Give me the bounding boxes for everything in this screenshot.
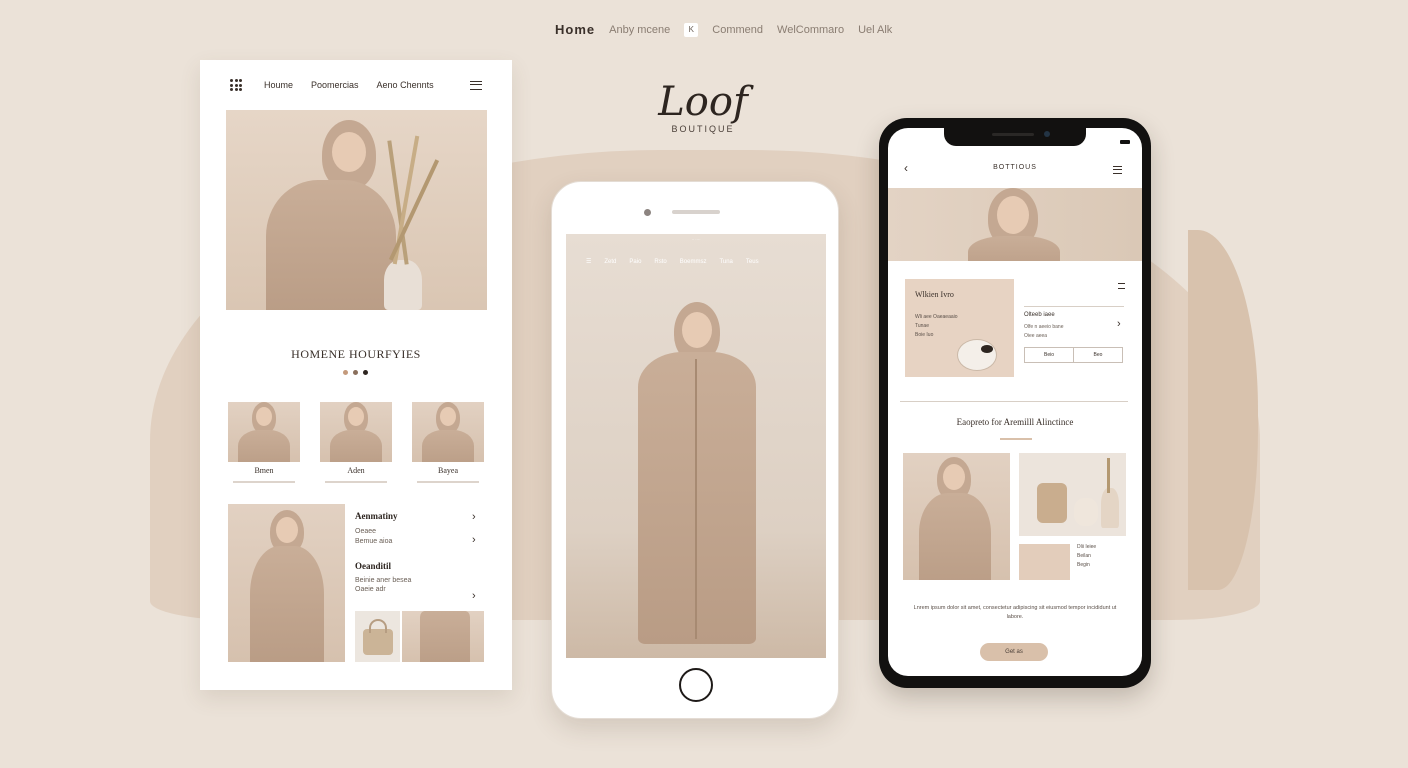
info-title: Olteeb iaee	[1024, 312, 1055, 318]
home-button[interactable]	[679, 668, 713, 702]
side-text: Dlii Ieiee Beilan Begin	[1077, 543, 1096, 570]
promo-line: Boie Iuo	[915, 332, 934, 338]
feature-image[interactable]	[228, 504, 345, 662]
phone-nav: ☰ Zetd Paio Rsto Boemmsz Tuna Teus	[586, 258, 806, 266]
camera-icon	[644, 209, 651, 216]
thumb-label: Bmen	[254, 466, 274, 475]
desktop-nav: Houme Poomercias Aeno Chennts	[230, 78, 482, 92]
divider	[325, 481, 387, 483]
desktop-nav-contact[interactable]: Aeno Chennts	[377, 80, 434, 90]
screen-title: BOTTIOUS	[993, 164, 1037, 171]
status-bar: ·· ····	[691, 237, 701, 242]
bag-image[interactable]	[355, 611, 400, 662]
carousel-dots[interactable]	[343, 370, 368, 375]
accessories-image[interactable]	[1019, 453, 1126, 536]
hamburger-menu-icon[interactable]	[470, 80, 482, 90]
product-thumb[interactable]	[320, 402, 392, 462]
divider	[233, 481, 295, 483]
nav-item-3[interactable]: Commend	[712, 24, 763, 36]
section-title: HOMENE HOURFYIES	[291, 347, 421, 361]
chevron-right-icon[interactable]: ›	[472, 534, 476, 546]
hero-image	[226, 110, 487, 310]
promo-line: Tunae	[915, 323, 929, 329]
chevron-right-icon[interactable]: ›	[472, 511, 476, 523]
phone-nav-item[interactable]: Zetd	[604, 259, 616, 265]
carousel-dot[interactable]	[363, 370, 368, 375]
menu-icon[interactable]: ☰	[586, 258, 591, 265]
nav-item-4[interactable]: WelCommaro	[777, 24, 844, 36]
side-line: Begin	[1077, 562, 1090, 568]
accent-line	[1000, 438, 1032, 440]
thumb-label: Bayea	[438, 466, 458, 475]
options-icon[interactable]	[1118, 283, 1125, 289]
desktop-mockup: Houme Poomercias Aeno Chennts HOMENE HOU…	[200, 60, 512, 690]
top-nav: Home Anby mcene K Commend WelCommaro Uel…	[555, 22, 892, 37]
divider	[1024, 306, 1124, 307]
grid-menu-icon[interactable]	[230, 79, 242, 91]
footer-text: Lnrem ipsum dolor sit amet, consectetur …	[913, 605, 1117, 620]
phone-nav-item[interactable]: Paio	[629, 259, 641, 265]
product-image[interactable]	[903, 453, 1010, 580]
chevron-right-icon[interactable]: ›	[1117, 318, 1121, 330]
nav-item-5[interactable]: Uel Alk	[858, 24, 892, 36]
desktop-nav-products[interactable]: Poomercias	[311, 80, 359, 90]
promo-text: Wli aee Oaeaeaaio Tunae Boie Iuo	[915, 313, 958, 340]
option-button[interactable]: Beio	[1024, 347, 1074, 363]
carousel-dot[interactable]	[343, 370, 348, 375]
section-title: Eaopreto for Aremilll Alinctince	[956, 417, 1074, 427]
product-thumb[interactable]	[228, 402, 300, 462]
cta-button[interactable]: Get as	[980, 643, 1048, 661]
nav-item-2[interactable]: Anby mcene	[609, 24, 670, 36]
hamburger-menu-icon[interactable]	[1113, 166, 1122, 174]
swatch-image[interactable]	[1019, 544, 1070, 580]
battery-icon	[1120, 140, 1130, 144]
list-item-sub: Oaeie adr	[355, 586, 386, 593]
thumb-label: Aden	[347, 466, 365, 475]
list-item-title: Aenmatiny	[355, 511, 398, 521]
phone-nav-item[interactable]: Tuna	[719, 259, 732, 265]
background-shape-right	[1188, 230, 1258, 590]
phone-nav-item[interactable]: Teus	[746, 259, 759, 265]
phone-nav-item[interactable]: Rsto	[654, 259, 666, 265]
info-text: Olfe n aeeio bane Oiee aeea	[1024, 323, 1063, 341]
product-image[interactable]	[402, 611, 484, 662]
chevron-right-icon[interactable]: ›	[472, 590, 476, 602]
banner-image	[888, 188, 1142, 261]
nav-chip[interactable]: K	[684, 22, 699, 37]
phone-mockup-center: ·· ···· ☰ Zetd Paio Rsto Boemmsz Tuna Te…	[551, 181, 839, 719]
divider	[417, 481, 479, 483]
phone-mockup-right: ‹ BOTTIOUS Wlkien Ivro Wli aee Oaeaeaaio…	[879, 118, 1151, 688]
notch	[944, 128, 1086, 146]
carousel-dot[interactable]	[353, 370, 358, 375]
option-button[interactable]: Beo	[1073, 347, 1123, 363]
desktop-nav-home[interactable]: Houme	[264, 80, 293, 90]
brand-logo: Loof BOUTIQUE	[648, 82, 758, 134]
phone-screen: ‹ BOTTIOUS Wlkien Ivro Wli aee Oaeaeaaio…	[888, 128, 1142, 676]
nav-home[interactable]: Home	[555, 22, 595, 37]
side-line: Beilan	[1077, 553, 1091, 559]
list-item-sub: Oeaee	[355, 528, 377, 535]
phone-screen: ·· ···· ☰ Zetd Paio Rsto Boemmsz Tuna Te…	[566, 234, 826, 658]
speaker	[672, 210, 720, 214]
side-line: Dlii Ieiee	[1077, 544, 1097, 550]
logo-subtitle: BOUTIQUE	[671, 124, 735, 134]
info-line: Olfe n aeeio bane	[1024, 324, 1064, 330]
logo-script: Loof	[658, 79, 748, 125]
promo-card[interactable]: Wlkien Ivro Wli aee Oaeaeaaio Tunae Boie…	[905, 279, 1014, 377]
promo-line: Wli aee Oaeaeaaio	[915, 314, 958, 320]
phone-nav-item[interactable]: Boemmsz	[680, 259, 707, 265]
promo-title: Wlkien Ivro	[915, 290, 954, 299]
list-item-title: Oeanditil	[355, 561, 392, 571]
divider	[900, 401, 1128, 402]
product-thumb[interactable]	[412, 402, 484, 462]
list-item-sub: Bemue aioa	[355, 538, 393, 545]
info-line: Oiee aeea	[1024, 333, 1048, 339]
